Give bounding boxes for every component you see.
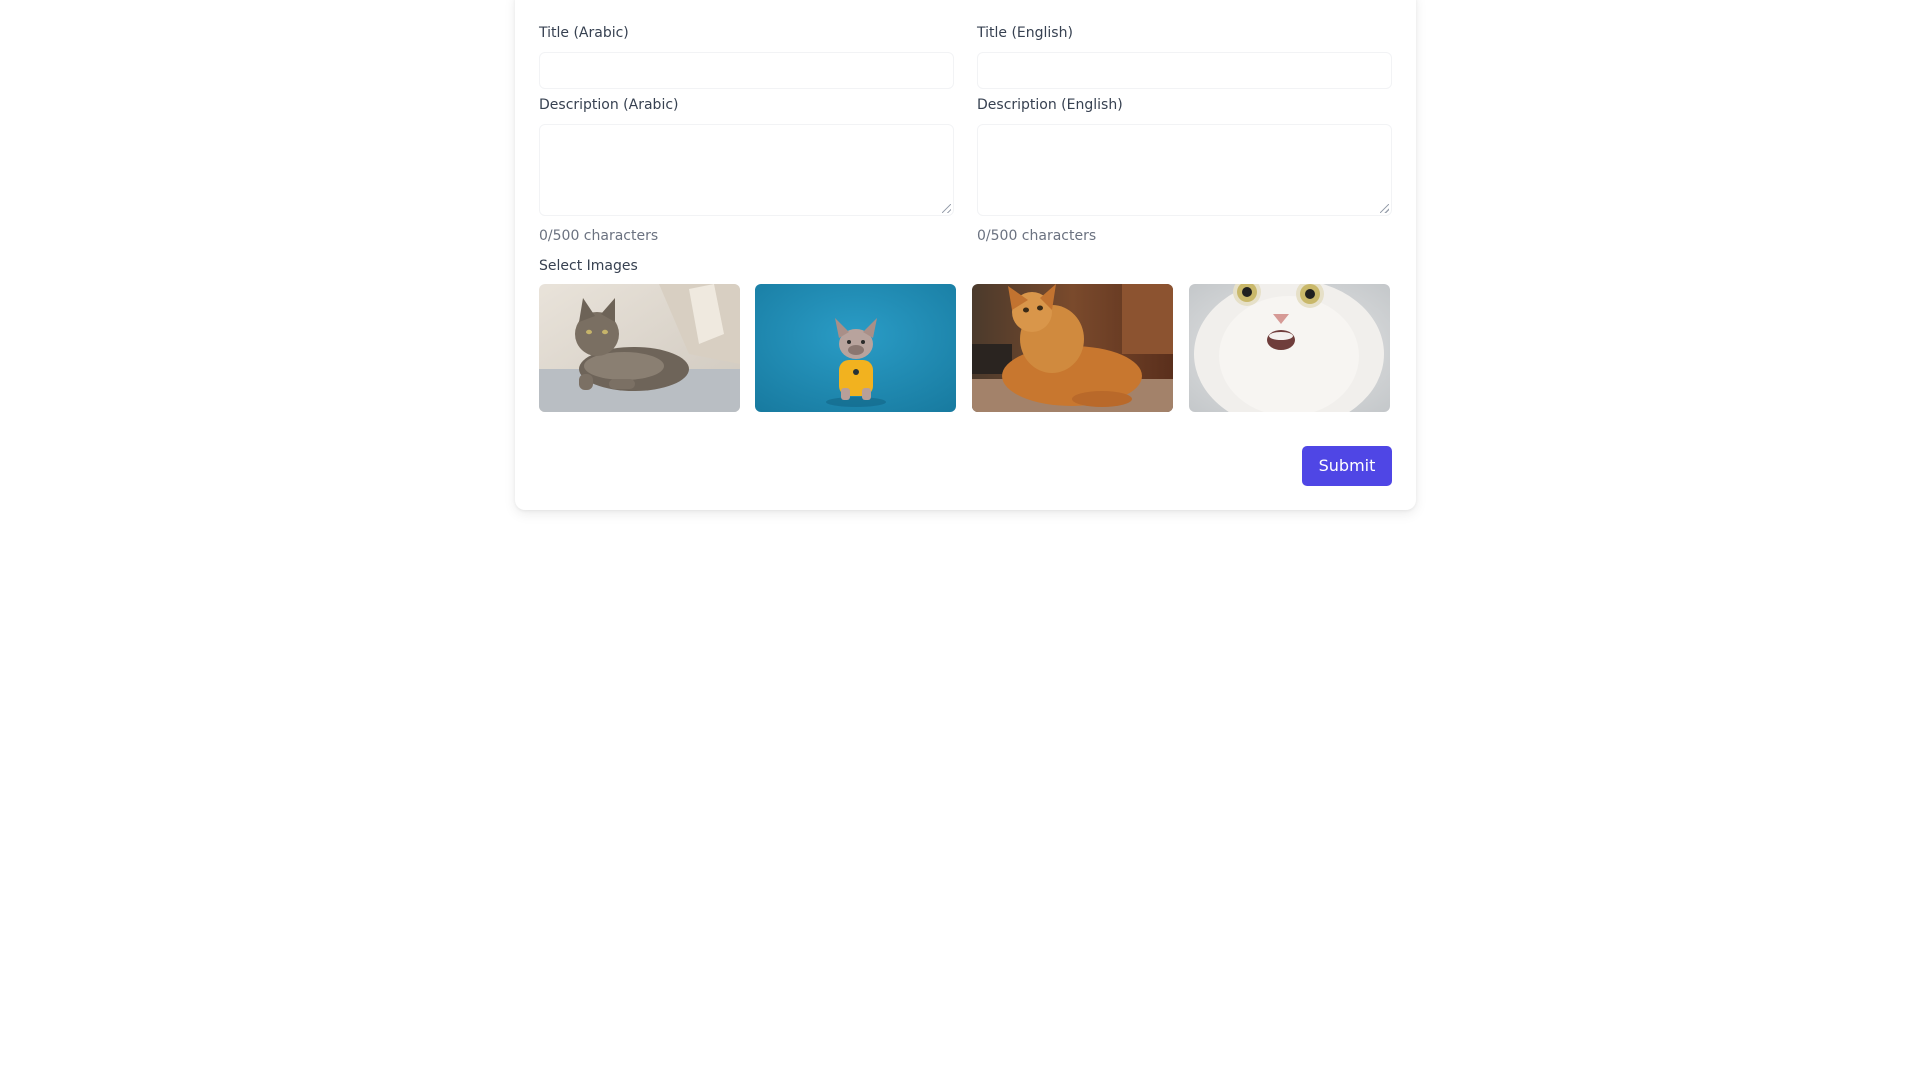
bulldog-image: [755, 284, 956, 412]
image-option-tabby-cat[interactable]: [539, 284, 740, 412]
orange-cat-image: [972, 284, 1173, 412]
description-arabic-field: Description (Arabic) 0/500 characters: [539, 96, 954, 246]
title-english-field: Title (English): [977, 24, 1392, 94]
image-option-bulldog[interactable]: [755, 284, 956, 412]
description-english-counter: 0/500 characters: [977, 228, 1097, 244]
description-arabic-textarea[interactable]: [539, 124, 954, 216]
title-arabic-field: Title (Arabic): [539, 24, 954, 94]
post-form-card: Title (Arabic) Title (English) Descripti…: [515, 0, 1416, 510]
description-arabic-label: Description (Arabic): [539, 97, 679, 113]
title-arabic-input[interactable]: [539, 52, 954, 89]
title-arabic-label: Title (Arabic): [539, 25, 629, 41]
title-english-input[interactable]: [977, 52, 1392, 89]
description-english-field: Description (English) 0/500 characters: [977, 96, 1392, 246]
image-option-white-cat[interactable]: [1189, 284, 1390, 412]
description-english-textarea[interactable]: [977, 124, 1392, 216]
image-option-orange-cat[interactable]: [972, 284, 1173, 412]
select-images-label: Select Images: [539, 258, 638, 274]
white-cat-image: [1189, 284, 1390, 412]
submit-button[interactable]: Submit: [1302, 446, 1392, 486]
description-english-label: Description (English): [977, 97, 1123, 113]
resize-handle-icon[interactable]: [942, 204, 951, 213]
tabby-cat-image: [539, 284, 740, 412]
description-arabic-counter: 0/500 characters: [539, 228, 659, 244]
title-english-label: Title (English): [977, 25, 1073, 41]
resize-handle-icon[interactable]: [1380, 204, 1389, 213]
